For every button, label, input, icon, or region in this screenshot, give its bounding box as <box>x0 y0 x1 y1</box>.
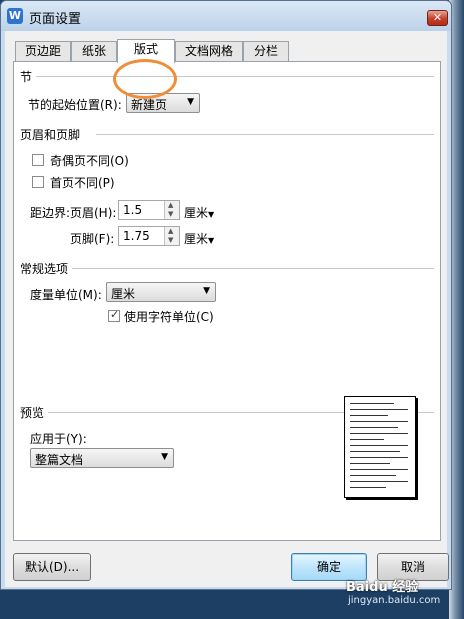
tab-document-grid[interactable]: 文档网格 <box>175 41 243 61</box>
header-unit-label: 厘米 <box>184 206 209 220</box>
spin-up-icon[interactable]: ▲ <box>168 227 173 235</box>
char-unit-label: 使用字符单位(C) <box>124 310 214 324</box>
footer-distance-input[interactable]: 1.75 ▲ ▼ <box>118 226 180 246</box>
chevron-down-icon: ▼ <box>161 452 168 462</box>
watermark-url: jingyan.baidu.com <box>348 595 441 606</box>
section-start-value: 新建页 <box>131 98 168 112</box>
dialog-client: 页边距 纸张 版式 文档网格 分栏 节 节的起始位置(R): 新建页 ▼ 页眉和… <box>5 31 449 587</box>
spin-down-icon[interactable]: ▼ <box>168 236 173 244</box>
header-unit-dropdown[interactable]: 厘米▼ <box>184 204 214 221</box>
footer-distance-label: 页脚(F): <box>70 232 115 246</box>
footer-distance-value: 1.75 <box>123 229 150 243</box>
apply-to-value: 整篇文档 <box>35 453 84 467</box>
measurement-unit-select[interactable]: 厘米 ▼ <box>106 282 216 302</box>
char-unit-checkbox[interactable]: ✓ <box>108 308 120 322</box>
header-distance-value: 1.5 <box>123 203 143 217</box>
preview-line <box>350 481 408 482</box>
page-setup-dialog: W 页面设置 ✕ 页边距 纸张 版式 文档网格 分栏 节 节的起始位置(R): … <box>0 0 452 590</box>
preview-line <box>350 433 408 434</box>
footer-distance-stepper[interactable]: ▲ ▼ <box>164 227 179 245</box>
preview-line <box>350 451 400 452</box>
spin-down-icon[interactable]: ▼ <box>168 210 173 218</box>
tab-columns[interactable]: 分栏 <box>243 41 289 61</box>
header-distance-stepper[interactable]: ▲ ▼ <box>164 201 179 219</box>
header-distance-label: 页眉(H): <box>70 206 117 220</box>
odd-even-checkbox[interactable] <box>32 154 44 166</box>
title-bar[interactable]: W 页面设置 ✕ <box>1 1 451 31</box>
odd-even-label: 奇偶页不同(O) <box>50 154 129 168</box>
page-preview <box>344 396 416 498</box>
spin-up-icon[interactable]: ▲ <box>168 201 173 209</box>
preview-line <box>350 445 408 446</box>
header-footer-heading: 页眉和页脚 <box>20 128 81 142</box>
close-button[interactable]: ✕ <box>427 10 448 26</box>
first-page-label: 首页不同(P) <box>50 176 115 190</box>
chevron-down-icon: ▼ <box>187 97 194 107</box>
caret-down-icon: ▼ <box>208 236 215 245</box>
caret-down-icon: ▼ <box>208 210 215 219</box>
chevron-down-icon: ▼ <box>203 286 210 296</box>
tab-paper[interactable]: 纸张 <box>71 41 117 61</box>
preview-line <box>350 475 396 476</box>
measurement-unit-label: 度量单位(M): <box>30 288 102 302</box>
preview-line <box>350 487 386 488</box>
preview-heading: 预览 <box>20 406 45 420</box>
header-distance-input[interactable]: 1.5 ▲ ▼ <box>118 200 180 220</box>
wps-writer-icon: W <box>7 8 23 24</box>
preview-line <box>350 439 384 440</box>
divider <box>36 76 434 77</box>
preview-line <box>350 457 408 458</box>
footer-unit-label: 厘米 <box>184 232 209 246</box>
preview-line <box>350 421 408 422</box>
footer-unit-dropdown[interactable]: 厘米▼ <box>184 230 214 247</box>
preview-line <box>350 415 388 416</box>
apply-to-select[interactable]: 整篇文档 ▼ <box>30 448 174 468</box>
section-heading: 节 <box>20 70 33 84</box>
checkmark-icon: ✓ <box>110 308 120 321</box>
divider <box>72 268 434 269</box>
general-options-heading: 常规选项 <box>20 262 69 276</box>
measurement-unit-value: 厘米 <box>111 287 136 301</box>
preview-line <box>350 463 390 464</box>
section-start-label: 节的起始位置(R): <box>28 98 122 112</box>
tab-margins[interactable]: 页边距 <box>15 41 71 61</box>
apply-to-label: 应用于(Y): <box>30 432 87 446</box>
default-button[interactable]: 默认(D)... <box>13 553 91 581</box>
tab-layout[interactable]: 版式 <box>117 39 175 63</box>
preview-line <box>350 409 408 410</box>
preview-line <box>350 427 398 428</box>
dialog-title: 页面设置 <box>29 12 82 27</box>
section-start-select[interactable]: 新建页 ▼ <box>126 93 200 113</box>
preview-line <box>350 469 408 470</box>
watermark-logo: Baidu 经验 <box>346 580 419 595</box>
first-page-checkbox[interactable] <box>32 176 44 188</box>
from-edge-label: 距边界: <box>30 206 71 220</box>
divider <box>96 134 434 135</box>
preview-line <box>350 403 394 404</box>
